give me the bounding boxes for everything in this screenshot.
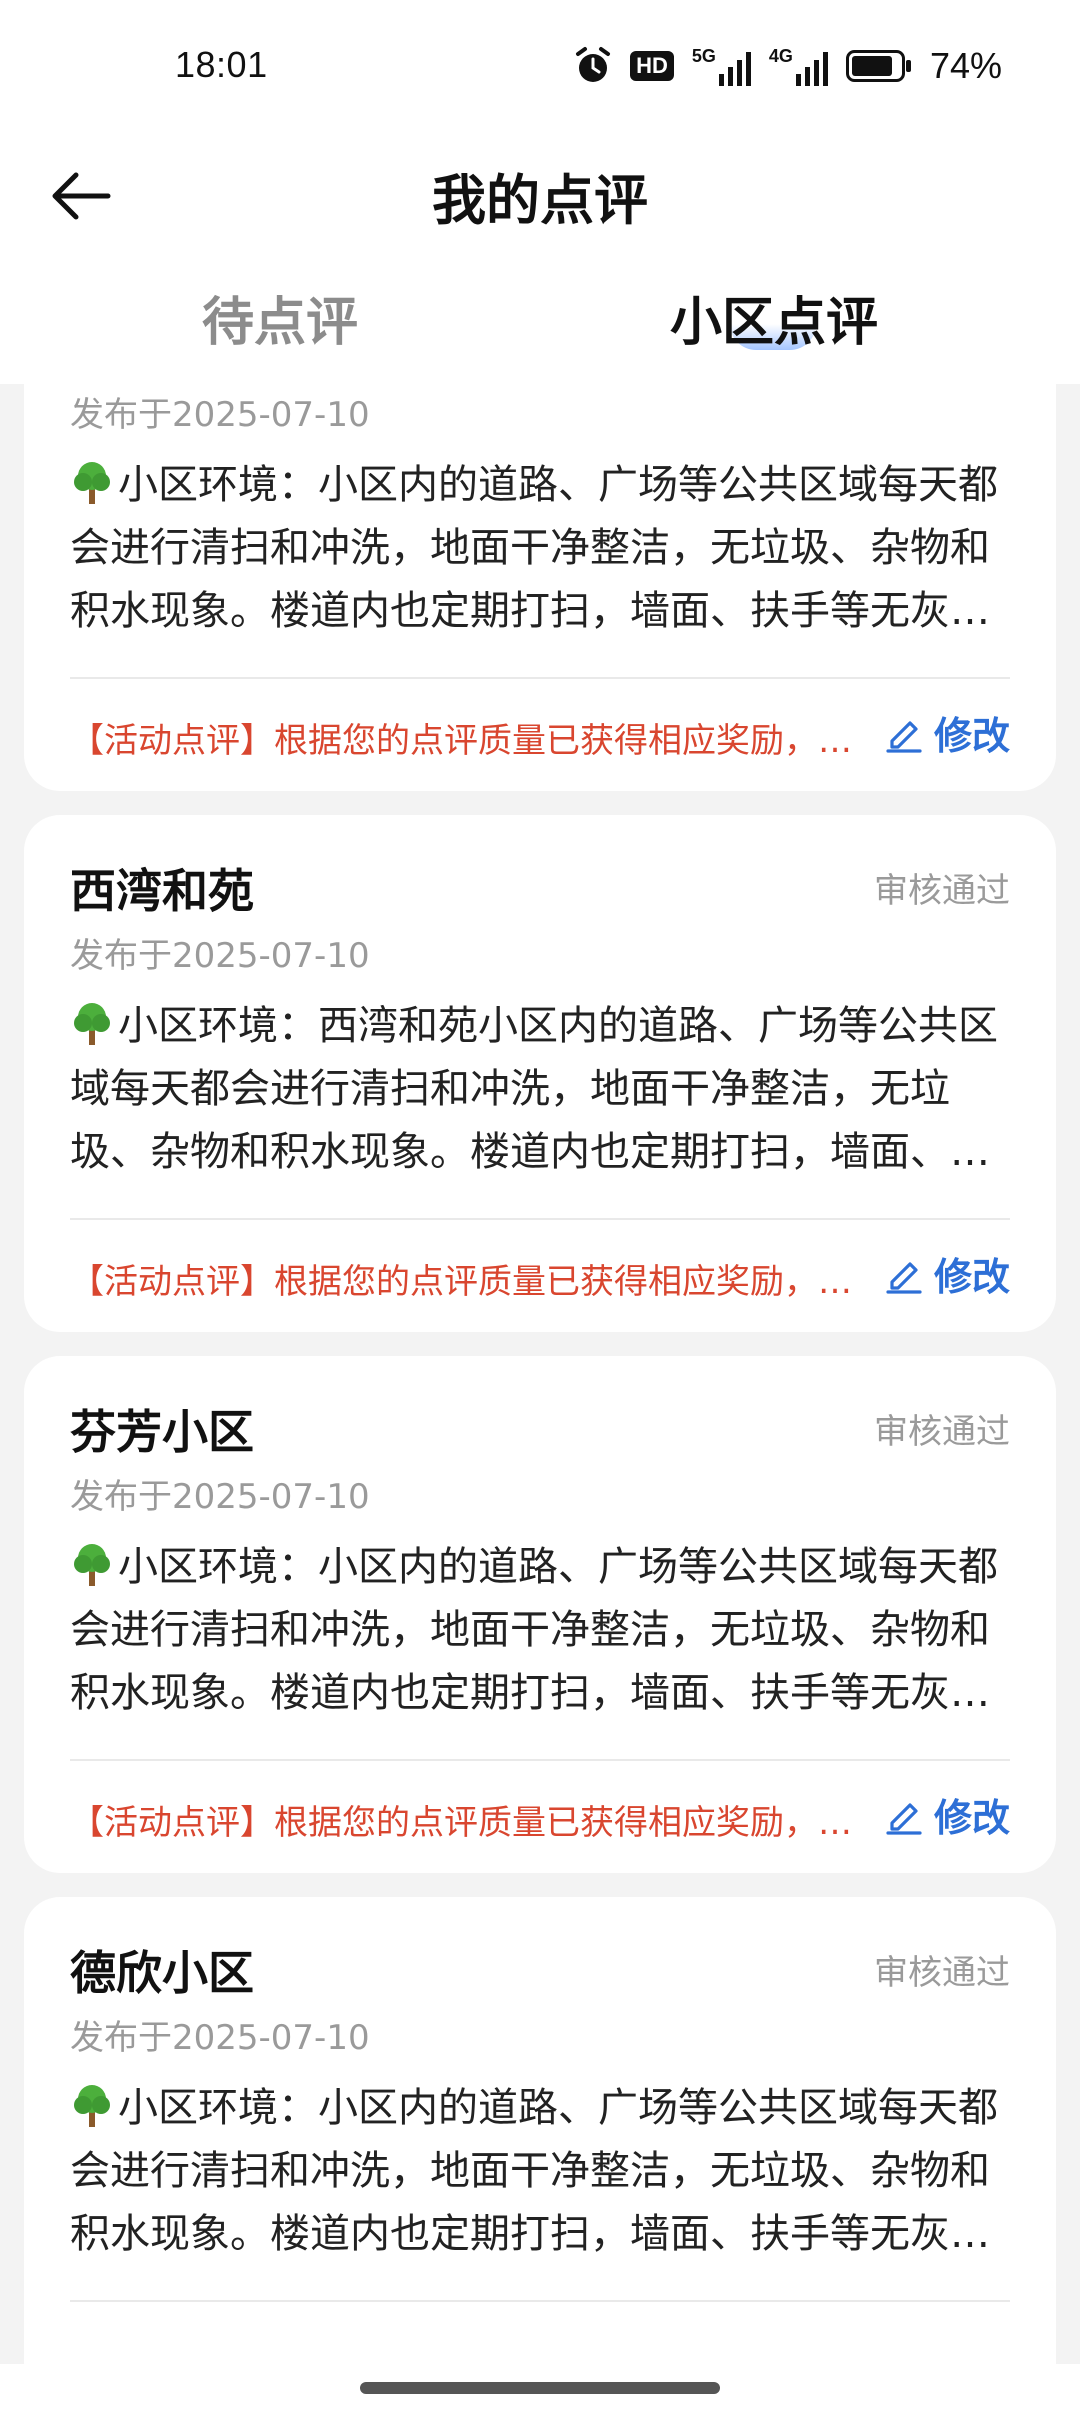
review-text: 小区环境：西湾和苑小区内的道路、广场等公共区域每天都会进行清扫和冲洗，地面干净整… (70, 1003, 998, 1175)
network-4g-label: 4G (768, 46, 793, 66)
review-content: 小区环境：西湾和苑小区内的道路、广场等公共区域每天都会进行清扫和冲洗，地面干净整… (70, 995, 1010, 1184)
edit-button[interactable]: 修改 (884, 1787, 1010, 1842)
tree-icon (74, 1003, 110, 1045)
review-content: 小区环境：小区内的道路、广场等公共区域每天都会进行清扫和冲洗，地面干净整洁，无垃… (70, 1536, 1010, 1725)
review-status: 审核通过 (874, 1953, 1010, 1993)
tab-community-review[interactable]: 小区点评 (670, 280, 878, 355)
review-status: 审核通过 (874, 1412, 1010, 1452)
network-5g-label: 5G (691, 46, 716, 66)
edit-label: 修改 (933, 714, 1010, 758)
reward-notice: 【活动点评】根据您的点评质量已获得相应奖励，… (70, 1803, 852, 1843)
card-header: 德欣小区 审核通过 (70, 1897, 1010, 2007)
publish-date: 发布于2025-07-10 (70, 395, 370, 435)
hd-label: HD (636, 53, 668, 78)
page-title: 我的点评 (432, 169, 648, 232)
review-status: 审核通过 (874, 871, 1010, 911)
edit-button[interactable]: 修改 (884, 705, 1010, 760)
tab-bar: 待点评 小区点评 (0, 266, 1080, 384)
gesture-handle[interactable] (360, 2382, 720, 2394)
edit-label: 修改 (933, 1255, 1010, 1299)
app-header: 我的点评 (0, 138, 1080, 266)
tree-icon (74, 2085, 110, 2127)
review-card[interactable]: 发布于2025-07-10 小区环境：小区内的道路、广场等公共区域每天都会进行清… (24, 384, 1056, 791)
navigation-bar (0, 2364, 1080, 2412)
card-footer: 【活动点评】根据您的点评质量已获得相应奖励，… 修改 (70, 1761, 1010, 1873)
signal-4g: 4G (769, 46, 828, 86)
tab-pending-review[interactable]: 待点评 (202, 280, 358, 355)
signal-bars-icon (718, 52, 751, 86)
review-card[interactable]: 西湾和苑 审核通过 发布于2025-07-10 小区环境：西湾和苑小区内的道路、… (24, 815, 1056, 1332)
signal-bars-icon (795, 52, 828, 86)
publish-date: 发布于2025-07-10 (70, 1477, 370, 1517)
review-card[interactable]: 芬芳小区 审核通过 发布于2025-07-10 小区环境：小区内的道路、广场等公… (24, 1356, 1056, 1873)
community-name: 芬芳小区 (70, 1405, 254, 1459)
review-list-content: 发布于2025-07-10 小区环境：小区内的道路、广场等公共区域每天都会进行清… (0, 384, 1080, 2364)
pencil-icon (886, 1261, 922, 1294)
alarm-clock-icon (576, 47, 611, 82)
review-text: 小区环境：小区内的道路、广场等公共区域每天都会进行清扫和冲洗，地面干净整洁，无垃… (70, 462, 998, 634)
battery-icon (845, 50, 911, 82)
tree-icon (74, 462, 110, 504)
card-header: 西湾和苑 审核通过 (70, 815, 1010, 925)
publish-date: 发布于2025-07-10 (70, 2018, 370, 2058)
card-footer: 【活动点评】根据您的点评质量已获得相应奖励，… 修改 (70, 1220, 1010, 1332)
community-name: 西湾和苑 (70, 864, 254, 918)
review-content: 小区环境：小区内的道路、广场等公共区域每天都会进行清扫和冲洗，地面干净整洁，无垃… (70, 2077, 1010, 2266)
edit-button[interactable]: 修改 (884, 1246, 1010, 1301)
review-text: 小区环境：小区内的道路、广场等公共区域每天都会进行清扫和冲洗，地面干净整洁，无垃… (70, 2085, 998, 2257)
review-content: 小区环境：小区内的道路、广场等公共区域每天都会进行清扫和冲洗，地面干净整洁，无垃… (70, 454, 1010, 643)
tree-icon (74, 1544, 110, 1586)
card-footer (70, 2302, 1010, 2364)
reward-notice: 【活动点评】根据您的点评质量已获得相应奖励，… (70, 721, 852, 761)
pencil-icon (886, 720, 922, 753)
publish-date: 发布于2025-07-10 (70, 936, 370, 976)
review-list[interactable]: 发布于2025-07-10 小区环境：小区内的道路、广场等公共区域每天都会进行清… (0, 384, 1080, 2364)
review-card[interactable]: 德欣小区 审核通过 发布于2025-07-10 小区环境：小区内的道路、广场等公… (24, 1897, 1056, 2364)
card-header: 芬芳小区 审核通过 (70, 1356, 1010, 1466)
community-name: 德欣小区 (70, 1946, 254, 2000)
status-bar: 18:01 HD 5G 4G 74% (0, 0, 1080, 138)
edit-label: 修改 (933, 1796, 1010, 1840)
reward-notice: 【活动点评】根据您的点评质量已获得相应奖励，… (70, 1262, 852, 1302)
status-time: 18:01 (175, 44, 268, 85)
card-footer: 【活动点评】根据您的点评质量已获得相应奖励，… 修改 (70, 679, 1010, 791)
status-icons: HD 5G 4G 74% (574, 44, 1002, 88)
pencil-icon (886, 1802, 922, 1835)
hd-badge: HD (630, 51, 674, 81)
review-text: 小区环境：小区内的道路、广场等公共区域每天都会进行清扫和冲洗，地面干净整洁，无垃… (70, 1544, 998, 1716)
battery-percent: 74% (929, 45, 1002, 86)
signal-5g: 5G (692, 46, 751, 86)
